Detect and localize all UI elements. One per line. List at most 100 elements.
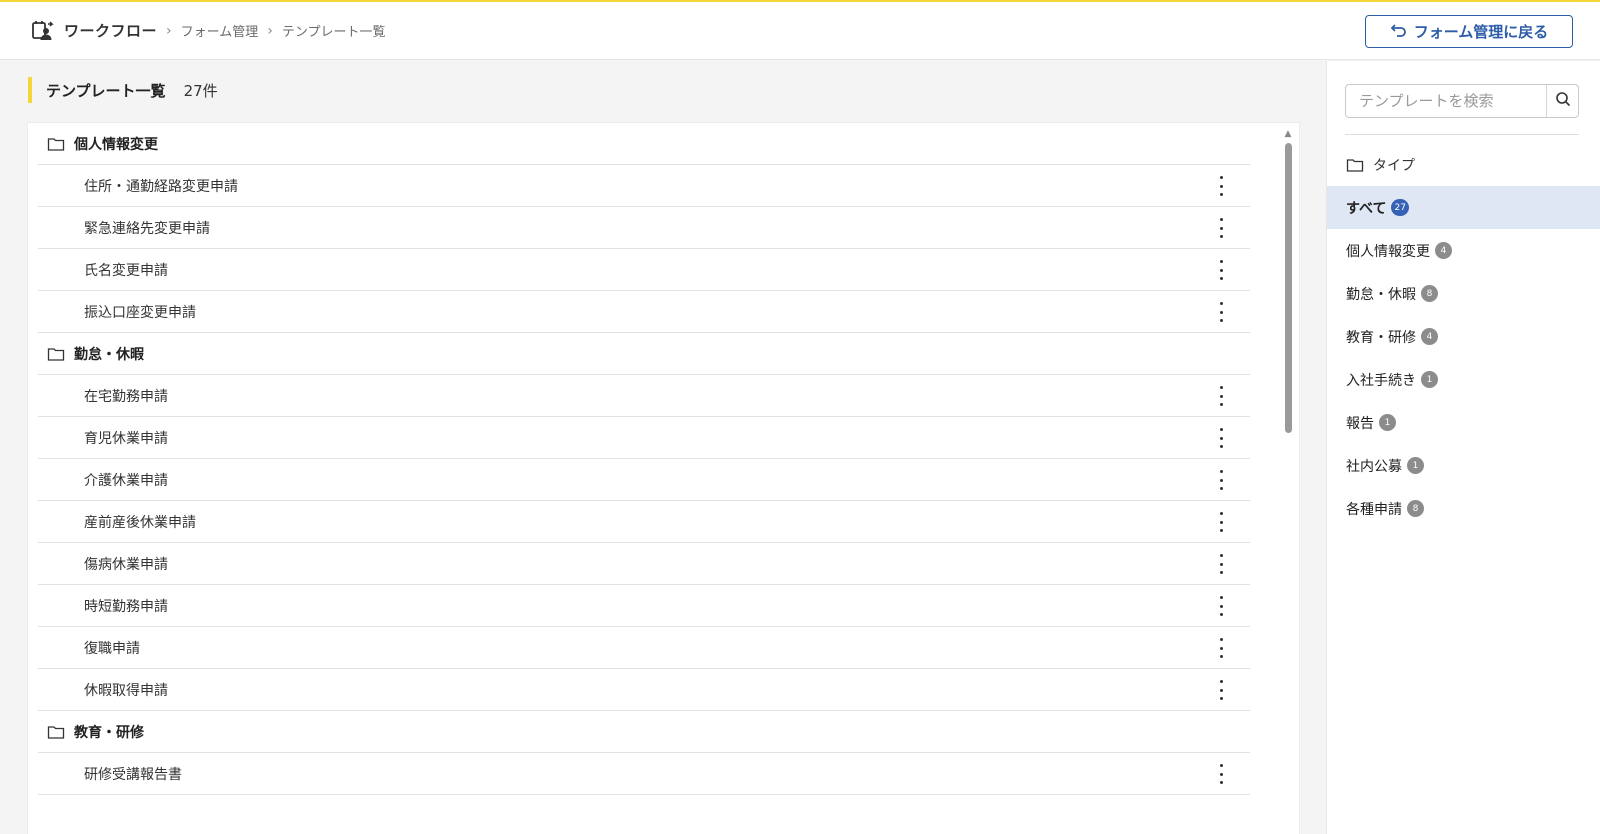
template-name: 傷病休業申請 — [84, 556, 168, 573]
type-filter-item[interactable]: 教育・研修 4 — [1327, 315, 1600, 358]
filter-label: 勤怠・休暇 — [1346, 286, 1416, 303]
type-filter-item[interactable]: 個人情報変更 4 — [1327, 229, 1600, 272]
filter-label: 教育・研修 — [1346, 329, 1416, 346]
template-list-inner: 個人情報変更住所・通勤経路変更申請 緊急連絡先変更申請 氏名変更申請振込口座変更申請… — [38, 123, 1250, 795]
template-name: 研修受講報告書 — [84, 766, 182, 783]
filter-label: すべて — [1346, 200, 1387, 217]
template-name: 休暇取得申請 — [84, 682, 168, 699]
template-row[interactable]: 産前産後休業申請 — [38, 501, 1250, 543]
breadcrumb-template-list: テンプレート一覧 — [281, 25, 386, 40]
count-badge: 4 — [1421, 328, 1438, 345]
more-options-icon[interactable] — [1212, 428, 1230, 448]
more-options-icon[interactable] — [1212, 596, 1230, 616]
group-header: 個人情報変更 — [38, 123, 1250, 165]
template-name: 時短勤務申請 — [84, 598, 168, 615]
filter-sidebar: タイプ すべて27個人情報変更4勤怠・休暇8教育・研修4入社手続き1報告1社内公… — [1326, 61, 1600, 834]
count-badge: 27 — [1391, 199, 1409, 216]
group-title: 個人情報変更 — [74, 136, 158, 153]
template-row[interactable]: 在宅勤務申請 — [38, 375, 1250, 417]
search-button[interactable] — [1546, 85, 1578, 117]
template-row[interactable]: 振込口座変更申請 — [38, 291, 1250, 333]
scroll-up-arrow-icon[interactable]: ▲ — [1283, 129, 1293, 139]
main-content: テンプレート一覧 27件 個人情報変更住所・通勤経路変更申請 緊急連絡先変更申請氏… — [0, 61, 1326, 834]
scrollbar-thumb[interactable] — [1285, 143, 1292, 433]
group-header: 教育・研修 — [38, 711, 1250, 753]
more-options-icon[interactable] — [1212, 764, 1230, 784]
type-filter-item[interactable]: 社内公募 1 — [1327, 444, 1600, 487]
group-header: 勤怠・休暇 — [38, 333, 1250, 375]
more-options-icon[interactable] — [1212, 512, 1230, 532]
count-badge: 4 — [1435, 242, 1452, 259]
more-options-icon[interactable] — [1212, 680, 1230, 700]
template-row[interactable]: 傷病休業申請 — [38, 543, 1250, 585]
template-row[interactable]: 氏名変更申請 — [38, 249, 1250, 291]
template-name: 住所・通勤経路変更申請 — [84, 178, 238, 195]
template-row[interactable]: 復職申請 — [38, 627, 1250, 669]
type-heading: タイプ — [1346, 155, 1415, 175]
more-options-icon[interactable] — [1212, 218, 1230, 238]
template-row[interactable]: 緊急連絡先変更申請 — [38, 207, 1250, 249]
breadcrumb-app-name[interactable]: ワークフロー — [64, 20, 157, 41]
breadcrumb-separator-icon: › — [267, 22, 273, 39]
template-name: 介護休業申請 — [84, 472, 168, 489]
template-search — [1345, 84, 1579, 118]
breadcrumb-form-management[interactable]: フォーム管理 — [181, 21, 259, 40]
sidebar-divider — [1345, 134, 1579, 135]
folder-icon — [1346, 156, 1364, 174]
template-name: 振込口座変更申請 — [84, 304, 196, 321]
header-bar: ワークフロー › フォーム管理 › テンプレート一覧 フォーム管理に戻る — [0, 2, 1600, 60]
type-filter-item[interactable]: 入社手続き 1 — [1327, 358, 1600, 401]
template-name: 氏名変更申請 — [84, 262, 168, 279]
back-button-label: フォーム管理に戻る — [1413, 23, 1549, 41]
template-name: 育児休業申請 — [84, 430, 168, 447]
template-name: 在宅勤務申請 — [84, 388, 168, 405]
type-filter-item[interactable]: 勤怠・休暇 8 — [1327, 272, 1600, 315]
type-label: タイプ — [1373, 158, 1415, 174]
page-heading: テンプレート一覧 27件 — [28, 77, 218, 103]
type-filter-list: すべて 27 個人情報変更 4 勤怠・休暇 8 教育・研修 4 入社手続き 1 報告 1 社内公募 1 各種… — [1327, 186, 1600, 530]
count-badge: 1 — [1407, 457, 1424, 474]
type-filter-item[interactable]: すべて 27 — [1327, 186, 1600, 229]
search-icon — [1555, 91, 1571, 111]
filter-label: 報告 — [1346, 415, 1374, 432]
template-list: 個人情報変更住所・通勤経路変更申請 緊急連絡先変更申請 氏名変更申請振込口座変更申請… — [27, 122, 1300, 834]
folder-icon — [47, 345, 65, 363]
type-filter-item[interactable]: 報告 1 — [1327, 401, 1600, 444]
template-search-input[interactable] — [1346, 85, 1546, 117]
more-options-icon[interactable] — [1212, 638, 1230, 658]
more-options-icon[interactable] — [1212, 302, 1230, 322]
count-badge: 1 — [1421, 371, 1438, 388]
more-options-icon[interactable] — [1212, 470, 1230, 490]
type-filter-item[interactable]: 各種申請 8 — [1327, 487, 1600, 530]
filter-label: 個人情報変更 — [1346, 243, 1430, 260]
folder-icon — [47, 135, 65, 153]
template-name: 復職申請 — [84, 640, 140, 657]
template-row[interactable]: 研修受講報告書 — [38, 753, 1250, 795]
count-badge: 8 — [1421, 285, 1438, 302]
template-name: 緊急連絡先変更申請 — [84, 220, 210, 237]
undo-arrow-icon — [1390, 21, 1408, 43]
more-options-icon[interactable] — [1212, 554, 1230, 574]
more-options-icon[interactable] — [1212, 260, 1230, 280]
template-row[interactable]: 介護休業申請 — [38, 459, 1250, 501]
group-title: 勤怠・休暇 — [74, 346, 144, 363]
more-options-icon[interactable] — [1212, 176, 1230, 196]
count-badge: 8 — [1407, 500, 1424, 517]
filter-label: 各種申請 — [1346, 501, 1402, 518]
template-row[interactable]: 時短勤務申請 — [38, 585, 1250, 627]
filter-label: 社内公募 — [1346, 458, 1402, 475]
template-name: 産前産後休業申請 — [84, 514, 196, 531]
breadcrumb-separator-icon: › — [166, 22, 172, 39]
template-row[interactable]: 育児休業申請 — [38, 417, 1250, 459]
more-options-icon[interactable] — [1212, 386, 1230, 406]
group-title: 教育・研修 — [74, 724, 144, 741]
template-row[interactable]: 住所・通勤経路変更申請 — [38, 165, 1250, 207]
template-row[interactable]: 休暇取得申請 — [38, 669, 1250, 711]
count-badge: 1 — [1379, 414, 1396, 431]
page-title: テンプレート一覧 — [46, 81, 166, 100]
workflow-app-icon — [30, 19, 54, 43]
back-to-form-management-button[interactable]: フォーム管理に戻る — [1365, 15, 1573, 48]
template-count: 27件 — [183, 81, 218, 100]
scrollbar[interactable]: ▲ ▼ — [1283, 129, 1293, 834]
folder-icon — [47, 723, 65, 741]
